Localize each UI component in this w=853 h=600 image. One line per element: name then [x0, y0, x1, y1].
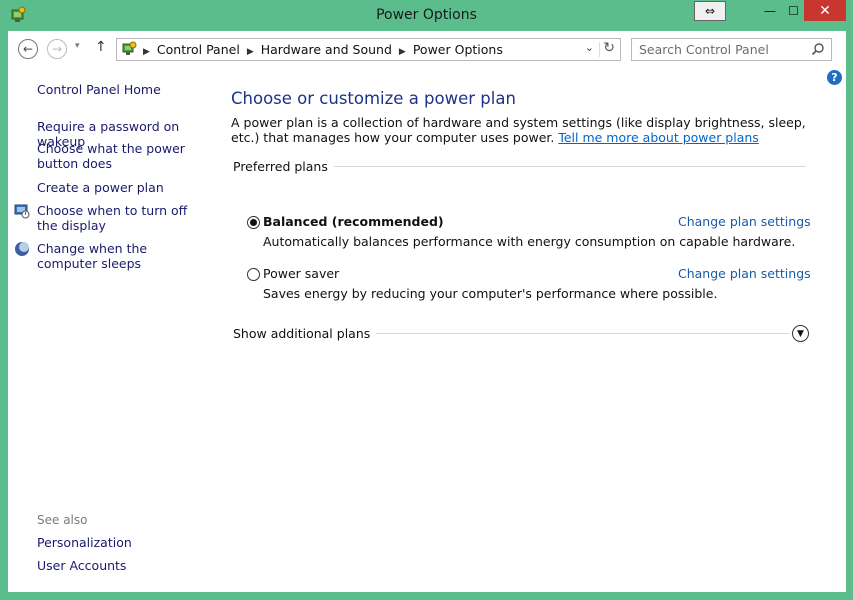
- additional-plans-divider: [351, 333, 789, 334]
- address-dropdown-icon[interactable]: ⌄: [585, 41, 594, 54]
- maximize-button[interactable]: ☐: [783, 0, 804, 21]
- snap-button[interactable]: ⇔: [694, 1, 726, 21]
- balanced-plan-description: Automatically balances performance with …: [263, 234, 796, 249]
- radio-selected-dot: [250, 219, 257, 226]
- help-icon[interactable]: ?: [827, 70, 842, 85]
- learn-more-link[interactable]: Tell me more about power plans: [558, 130, 758, 145]
- sidebar-item-create-power-plan[interactable]: Create a power plan: [37, 180, 209, 195]
- breadcrumb-separator[interactable]: ▶: [143, 47, 150, 57]
- page-title: Choose or customize a power plan: [231, 89, 516, 108]
- refresh-icon[interactable]: ↻: [603, 40, 615, 56]
- search-icon[interactable]: [811, 42, 825, 56]
- recent-locations-button[interactable]: ▾: [75, 41, 80, 51]
- moon-icon: [15, 242, 29, 256]
- breadcrumb: ▶ Control Panel ▶ Hardware and Sound ▶ Power …: [143, 42, 503, 57]
- breadcrumb-control-panel[interactable]: Control Panel: [157, 42, 240, 57]
- search-input[interactable]: Search Control Panel: [631, 38, 832, 61]
- sidebar: Control Panel Home Require a password on…: [8, 67, 218, 592]
- control-panel-icon: [122, 41, 137, 55]
- chevron-down-icon[interactable]: ▼: [792, 325, 809, 342]
- breadcrumb-hardware-and-sound[interactable]: Hardware and Sound: [261, 42, 392, 57]
- page-description: A power plan is a collection of hardware…: [231, 115, 821, 145]
- balanced-radio[interactable]: [247, 216, 260, 229]
- address-divider: [599, 42, 600, 57]
- minimize-button[interactable]: —: [757, 0, 783, 21]
- breadcrumb-power-options[interactable]: Power Options: [413, 42, 503, 57]
- balanced-change-settings-link[interactable]: Change plan settings: [678, 214, 811, 229]
- close-button[interactable]: ✕: [804, 0, 846, 21]
- see-also-heading: See also: [37, 513, 88, 527]
- balanced-plan-name[interactable]: Balanced (recommended): [263, 214, 444, 229]
- address-bar[interactable]: ▶ Control Panel ▶ Hardware and Sound ▶ Power …: [116, 38, 621, 61]
- sidebar-item-control-panel-home[interactable]: Control Panel Home: [37, 82, 209, 97]
- window-content: ← → ▾ ↑ ▶ Control Panel ▶ Hardware and Soun…: [8, 31, 846, 592]
- show-additional-plans-label[interactable]: Show additional plans: [233, 326, 377, 341]
- sidebar-item-computer-sleeps[interactable]: Change when the computer sleeps: [37, 241, 209, 271]
- preferred-plans-divider: [311, 166, 806, 167]
- sidebar-item-turn-off-display[interactable]: Choose when to turn off the display: [37, 203, 209, 233]
- title-bar: Power Options ⇔ — ☐ ✕: [0, 0, 853, 32]
- preferred-plans-label: Preferred plans: [233, 159, 334, 174]
- up-button[interactable]: ↑: [95, 39, 107, 55]
- power-saver-plan-name[interactable]: Power saver: [263, 266, 339, 281]
- forward-button[interactable]: →: [47, 39, 67, 59]
- see-also-user-accounts[interactable]: User Accounts: [37, 558, 209, 573]
- sidebar-item-power-button[interactable]: Choose what the power button does: [37, 141, 209, 171]
- power-saver-change-settings-link[interactable]: Change plan settings: [678, 266, 811, 281]
- power-saver-radio[interactable]: [247, 268, 260, 281]
- power-saver-plan-description: Saves energy by reducing your computer's…: [263, 286, 718, 301]
- display-clock-icon: [14, 204, 30, 219]
- search-placeholder: Search Control Panel: [639, 42, 769, 57]
- navigation-bar: ← → ▾ ↑ ▶ Control Panel ▶ Hardware and Soun…: [8, 31, 846, 67]
- breadcrumb-separator[interactable]: ▶: [247, 47, 254, 57]
- breadcrumb-separator[interactable]: ▶: [399, 47, 406, 57]
- see-also-personalization[interactable]: Personalization: [37, 535, 209, 550]
- back-button[interactable]: ←: [18, 39, 38, 59]
